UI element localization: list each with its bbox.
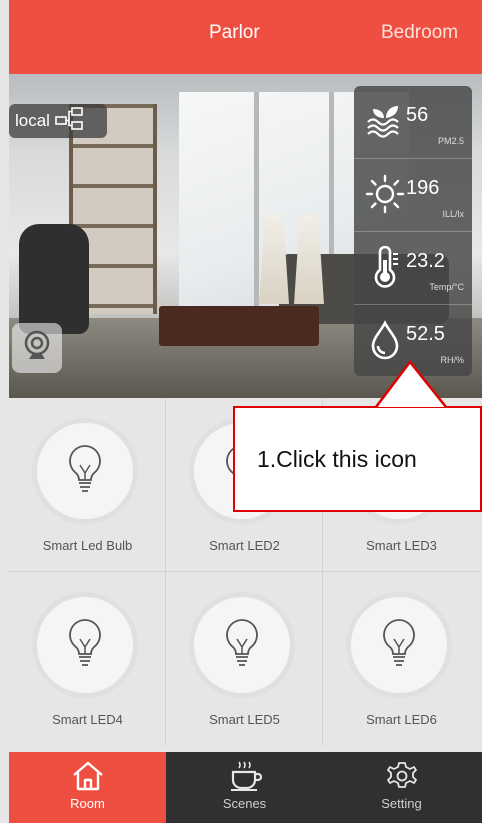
device-label: Smart LED5 [209, 712, 280, 727]
light-bulb-icon [65, 443, 105, 500]
bulb-button[interactable] [37, 423, 133, 519]
bottom-navigation: Room Scenes Setting [9, 752, 482, 823]
webcam-icon [20, 329, 54, 368]
smart-home-app: Parlor Bedroom local 56 PM2.5 196 ILL/lx… [0, 0, 482, 823]
callout-text: 1.Click this icon [257, 446, 417, 472]
pm25-value: 56 [406, 104, 429, 126]
device-label: Smart LED3 [366, 538, 437, 553]
coffee-icon [228, 760, 262, 792]
sun-icon [364, 173, 406, 215]
temperature-unit: Temp/°C [429, 282, 464, 292]
sensor-illuminance[interactable]: 196 ILL/lx [354, 159, 472, 232]
device-tile-led5[interactable]: Smart LED5 [166, 572, 323, 746]
network-icon [54, 106, 84, 136]
home-icon [71, 760, 105, 792]
humidity-icon [364, 319, 406, 361]
sensor-humidity[interactable]: 52.5 RH/% [354, 305, 472, 377]
connection-badge[interactable]: local [9, 104, 107, 138]
nav-setting[interactable]: Setting [323, 752, 480, 823]
bulb-button[interactable] [351, 597, 447, 693]
device-tile-led1[interactable]: Smart Led Bulb [9, 398, 166, 572]
illuminance-unit: ILL/lx [442, 209, 464, 219]
device-tile-led6[interactable]: Smart LED6 [323, 572, 480, 746]
nav-room[interactable]: Room [9, 752, 166, 823]
humidity-unit: RH/% [440, 355, 464, 365]
device-label: Smart LED2 [209, 538, 280, 553]
light-bulb-icon [379, 617, 419, 674]
pm25-icon [364, 100, 406, 142]
device-label: Smart LED6 [366, 712, 437, 727]
gear-icon [385, 760, 419, 792]
tab-bedroom[interactable]: Bedroom [381, 22, 458, 44]
pm25-unit: PM2.5 [437, 136, 464, 146]
nav-scenes-label: Scenes [222, 796, 267, 811]
lounge-chair [19, 224, 89, 334]
device-tile-led4[interactable]: Smart LED4 [9, 572, 166, 746]
camera-button[interactable] [12, 323, 62, 373]
device-label: Smart Led Bulb [42, 538, 133, 553]
coffee-table [159, 306, 319, 346]
thermometer-icon [364, 245, 406, 288]
connection-label: local [15, 111, 50, 130]
sensor-pm25[interactable]: 56 PM2.5 [354, 86, 472, 159]
humidity-value: 52.5 [406, 323, 445, 345]
nav-setting-label: Setting [381, 796, 422, 811]
light-bulb-icon [65, 617, 105, 674]
sensor-temperature[interactable]: 23.2 Temp/°C [354, 232, 472, 305]
bulb-button[interactable] [37, 597, 133, 693]
temperature-value: 23.2 [406, 250, 445, 272]
light-bulb-icon [222, 617, 262, 674]
illuminance-value: 196 [406, 177, 440, 199]
instruction-callout: 1.Click this icon [233, 406, 482, 512]
room-tab-bar: Parlor Bedroom [9, 0, 482, 74]
sensor-panel: 56 PM2.5 196 ILL/lx 23.2 Temp/°C 52.5 RH… [354, 86, 472, 376]
device-label: Smart LED4 [52, 712, 123, 727]
nav-room-label: Room [70, 796, 105, 811]
tab-parlor[interactable]: Parlor [209, 22, 260, 44]
bulb-button[interactable] [194, 597, 290, 693]
nav-scenes[interactable]: Scenes [166, 752, 323, 823]
